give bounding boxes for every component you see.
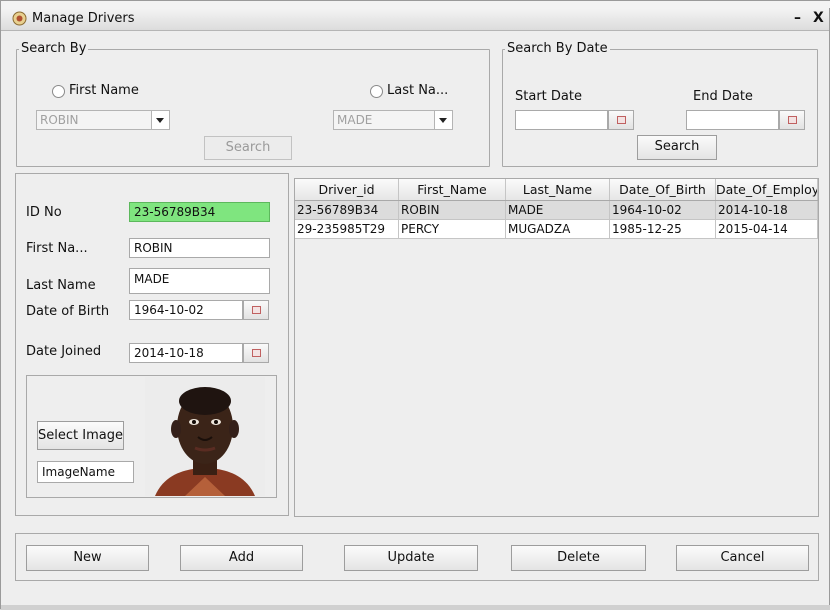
last-name-field[interactable]: MADE (129, 268, 270, 294)
app-icon (12, 11, 27, 26)
dob-calendar-button[interactable] (243, 300, 269, 320)
close-button[interactable]: X (813, 10, 824, 26)
date-joined-field[interactable]: 2014-10-18 (129, 343, 243, 363)
table-cell[interactable]: PERCY (399, 220, 506, 239)
table-cell[interactable]: 23-56789B34 (295, 201, 399, 220)
first-name-radio-label: First Name (69, 83, 139, 98)
last-name-combo[interactable]: MADE (333, 110, 453, 130)
background-window-strip (1, 1, 830, 8)
calendar-icon (252, 349, 261, 357)
delete-button[interactable]: Delete (511, 545, 646, 571)
column-header[interactable]: Driver_id (295, 179, 399, 200)
dob-label: Date of Birth (26, 304, 110, 319)
start-date-input[interactable] (515, 110, 608, 130)
new-button[interactable]: New (26, 545, 149, 571)
first-name-radio[interactable] (52, 85, 65, 98)
id-label: ID No (26, 205, 62, 220)
calendar-icon (252, 306, 261, 314)
table-row[interactable]: 29-235985T29 PERCY MUGADZA 1985-12-25 2015-0… (295, 220, 818, 239)
first-name-combo-value: ROBIN (40, 113, 79, 127)
manage-drivers-window: Manage Drivers – X Search By First Name … (0, 0, 830, 610)
column-header[interactable]: Date_Of_Employ (716, 179, 818, 200)
last-name-radio-label: Last Na... (387, 83, 449, 98)
start-date-calendar-button[interactable] (608, 110, 634, 130)
last-name-label: Last Name (26, 278, 96, 293)
table-cell[interactable]: ROBIN (399, 201, 506, 220)
first-name-field[interactable]: ROBIN (129, 238, 270, 258)
column-header[interactable]: Date_Of_Birth (610, 179, 716, 200)
table-cell[interactable]: 1964-10-02 (610, 201, 716, 220)
window-title: Manage Drivers (32, 11, 135, 26)
table-cell[interactable]: 1985-12-25 (610, 220, 716, 239)
last-name-radio[interactable] (370, 85, 383, 98)
end-date-calendar-button[interactable] (779, 110, 805, 130)
table-header: Driver_id First_Name Last_Name Date_Of_Birt… (295, 179, 818, 201)
date-joined-calendar-button[interactable] (243, 343, 269, 363)
search-by-date-button[interactable]: Search (637, 135, 717, 160)
end-date-label: End Date (693, 89, 753, 104)
calendar-icon (617, 116, 626, 124)
first-name-combo[interactable]: ROBIN (36, 110, 170, 130)
cancel-button[interactable]: Cancel (676, 545, 809, 571)
drivers-table[interactable]: Driver_id First_Name Last_Name Date_Of_Birt… (294, 178, 819, 517)
image-name-field[interactable]: ImageName (37, 461, 134, 483)
search-by-legend: Search By (19, 41, 89, 57)
chevron-down-icon[interactable] (434, 111, 452, 129)
driver-photo (145, 377, 265, 496)
end-date-input[interactable] (686, 110, 779, 130)
column-header[interactable]: First_Name (399, 179, 506, 200)
taskbar-strip (1, 605, 830, 610)
first-name-label: First Na... (26, 241, 88, 256)
table-cell[interactable]: 29-235985T29 (295, 220, 399, 239)
date-joined-label: Date Joined (26, 344, 102, 359)
table-cell[interactable]: MADE (506, 201, 610, 220)
search-by-date-legend: Search By Date (505, 41, 610, 57)
select-image-button[interactable]: Select Image (37, 421, 124, 450)
column-header[interactable]: Last_Name (506, 179, 610, 200)
id-field[interactable]: 23-56789B34 (129, 202, 270, 222)
driver-portrait-image (145, 377, 265, 496)
add-button[interactable]: Add (180, 545, 303, 571)
table-cell[interactable]: 2015-04-14 (716, 220, 818, 239)
chevron-down-icon[interactable] (151, 111, 169, 129)
table-cell[interactable]: 2014-10-18 (716, 201, 818, 220)
start-date-label: Start Date (515, 89, 582, 104)
title-bar[interactable]: Manage Drivers – X (1, 8, 829, 31)
search-by-name-button[interactable]: Search (204, 136, 292, 160)
minimize-button[interactable]: – (794, 10, 801, 26)
last-name-combo-value: MADE (337, 113, 373, 127)
dob-field[interactable]: 1964-10-02 (129, 300, 243, 320)
calendar-icon (788, 116, 797, 124)
table-cell[interactable]: MUGADZA (506, 220, 610, 239)
update-button[interactable]: Update (344, 545, 478, 571)
table-row[interactable]: 23-56789B34 ROBIN MADE 1964-10-02 2014-10-18 (295, 201, 818, 220)
